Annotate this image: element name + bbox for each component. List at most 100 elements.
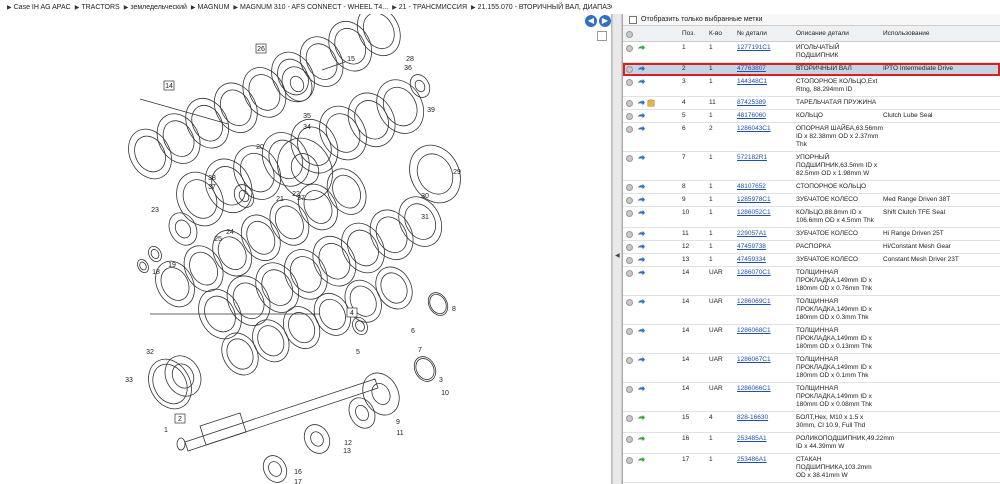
table-row[interactable]: 8 1 48107652 СТОПОРНОЕ КОЛЬЦО <box>623 181 1000 194</box>
callout-label[interactable]: 31 <box>421 214 429 221</box>
clutch-plate[interactable] <box>310 98 375 168</box>
header-description[interactable]: Описание детали <box>796 30 883 37</box>
washer[interactable] <box>135 257 150 274</box>
add-to-cart-icon[interactable] <box>625 155 633 162</box>
callout-label[interactable]: 26 <box>257 46 265 53</box>
part-number-link[interactable]: 144348C1 <box>737 78 767 85</box>
table-row[interactable]: 5 1 48176060 КОЛЬЦО Clutch Lube Seal <box>623 110 1000 123</box>
callout-label[interactable]: 7 <box>418 347 422 354</box>
part-number-link[interactable]: 229057A1 <box>737 230 767 237</box>
part-number-link[interactable]: 47459334 <box>737 256 766 263</box>
table-row[interactable]: 12 1 47459738 РАСПОРКА Hi/Constant Mesh … <box>623 241 1000 254</box>
green-arrow-icon[interactable] <box>637 456 645 464</box>
callout-label[interactable]: 14 <box>165 83 173 90</box>
part-number-link[interactable]: 87425389 <box>737 99 766 106</box>
header-usage[interactable]: Использование <box>883 30 1000 37</box>
callout-label[interactable]: 39 <box>427 107 435 114</box>
callout-label[interactable]: 32 <box>146 349 154 356</box>
package-icon[interactable] <box>647 99 655 107</box>
callout-label[interactable]: 22 <box>292 191 300 198</box>
hub[interactable] <box>158 349 208 402</box>
add-to-cart-icon[interactable] <box>625 210 633 217</box>
clutch-plate[interactable] <box>176 239 230 298</box>
breadcrumb-item[interactable]: ▶ 21.155.070 - ВТОРИЧНЫЙ ВАЛ, ДИАПАЗОН <box>471 4 612 11</box>
add-to-cart-icon[interactable] <box>625 79 633 86</box>
blue-arrow-icon[interactable] <box>637 78 645 86</box>
clutch-plate[interactable] <box>253 124 318 194</box>
pane-splitter[interactable]: ◀ <box>612 14 622 484</box>
gear[interactable] <box>299 420 334 458</box>
part-number-link[interactable]: 1286052C1 <box>737 209 771 216</box>
blue-arrow-icon[interactable] <box>637 196 645 204</box>
part-number-link[interactable]: 253485A1 <box>737 435 767 442</box>
table-row[interactable]: 14 UAR 1286066C1 ТОЛЩИННАЯ ПРОКЛАДКА,149… <box>623 383 1000 412</box>
blue-arrow-icon[interactable] <box>637 209 645 217</box>
table-row[interactable]: 4 11 87425389 ТАРЕЛЬЧАТАЯ ПРУЖИНА <box>623 97 1000 110</box>
callout-label[interactable]: 9 <box>396 419 400 426</box>
add-to-cart-icon[interactable] <box>625 328 633 335</box>
callout-label[interactable]: 1 <box>164 427 168 434</box>
table-row[interactable]: 9 1 1285978C1 ЗУБЧАТОЕ КОЛЕСО Med Range … <box>623 194 1000 207</box>
breadcrumb-item[interactable]: ▶ земледельческий <box>124 4 187 11</box>
part-number-link[interactable]: 1286070C1 <box>737 269 771 276</box>
washer[interactable] <box>146 244 164 264</box>
add-to-cart-icon[interactable] <box>625 257 633 264</box>
part-number-link[interactable]: 47459738 <box>737 243 766 250</box>
clutch-plate[interactable] <box>262 193 316 252</box>
callout-label[interactable]: 10 <box>441 390 449 397</box>
callout-label[interactable]: 37 <box>208 184 216 191</box>
callout-label[interactable]: 19 <box>168 262 176 269</box>
add-to-cart-icon[interactable] <box>625 100 633 107</box>
snap-ring[interactable] <box>140 352 200 417</box>
add-to-cart-icon[interactable] <box>625 386 633 393</box>
callout-label[interactable]: 6 <box>411 328 415 335</box>
clutch-plate[interactable] <box>339 85 404 155</box>
part-number-link[interactable]: 48107652 <box>737 183 766 190</box>
gear[interactable] <box>344 393 380 433</box>
add-to-cart-icon[interactable] <box>625 457 633 464</box>
gear[interactable] <box>356 367 407 422</box>
breadcrumb-item[interactable]: ▶ 21 - ТРАНСМИССИЯ <box>392 4 467 11</box>
callout-label[interactable]: 29 <box>453 169 461 176</box>
header-pos[interactable]: Поз. <box>682 30 709 37</box>
callout-label[interactable]: 33 <box>125 377 133 384</box>
part-number-link[interactable]: 1286068C1 <box>737 327 771 334</box>
table-row[interactable]: 17 1 253486A1 СТАКАН ПОДШИПНИКА,103.2mm … <box>623 454 1000 483</box>
blue-arrow-icon[interactable] <box>637 154 645 162</box>
add-to-cart-icon[interactable] <box>625 436 633 443</box>
callout-label[interactable]: 3 <box>439 377 443 384</box>
washer[interactable] <box>350 315 371 337</box>
table-row[interactable]: 14 UAR 1286067C1 ТОЛЩИННАЯ ПРОКЛАДКА,149… <box>623 354 1000 383</box>
table-row[interactable]: 10 1 1286052C1 КОЛЬЦО,88.8mm ID x 106.6m… <box>623 207 1000 228</box>
table-row[interactable]: 13 1 47459334 ЗУБЧАТОЕ КОЛЕСО Constant M… <box>623 254 1000 267</box>
callout-label[interactable]: 38 <box>208 175 216 182</box>
callout-label[interactable]: 15 <box>347 56 355 63</box>
add-to-cart-icon[interactable] <box>625 357 633 364</box>
exploded-parts-diagram[interactable]: 261514283639353420272938372221 3031232425… <box>0 14 612 484</box>
green-arrow-icon[interactable] <box>637 414 645 422</box>
table-row[interactable]: 6 2 1286043C1 ОПОРНАЯ ШАЙБА,63.56mm ID x… <box>623 123 1000 152</box>
green-arrow-icon[interactable] <box>637 435 645 443</box>
callout-label[interactable]: 36 <box>404 65 412 72</box>
blue-arrow-icon[interactable] <box>637 269 645 277</box>
add-all-icon[interactable] <box>625 30 633 38</box>
add-to-cart-icon[interactable] <box>625 244 633 251</box>
callout-label[interactable]: 23 <box>151 207 159 214</box>
add-to-cart-icon[interactable] <box>625 299 633 306</box>
part-number-link[interactable]: 572182R1 <box>737 154 767 161</box>
callout-label[interactable]: 8 <box>452 306 456 313</box>
part-number-link[interactable]: 1285978C1 <box>737 196 771 203</box>
blue-arrow-icon[interactable] <box>637 99 645 107</box>
add-to-cart-icon[interactable] <box>625 113 633 120</box>
add-to-cart-icon[interactable] <box>625 45 633 52</box>
blue-arrow-icon[interactable] <box>637 243 645 251</box>
table-row[interactable]: 14 UAR 1286070C1 ТОЛЩИННАЯ ПРОКЛАДКА,149… <box>623 267 1000 296</box>
clutch-plate[interactable] <box>292 29 352 94</box>
table-row[interactable]: 11 1 229057A1 ЗУБЧАТОЕ КОЛЕСО Hi Range D… <box>623 228 1000 241</box>
table-row[interactable]: 1 1 1277191C1 ИГОЛЬЧАТЫЙ ПОДШИПНИК <box>623 42 1000 63</box>
blue-arrow-icon[interactable] <box>637 356 645 364</box>
callout-label[interactable]: 13 <box>343 448 351 455</box>
callout-label[interactable]: 18 <box>152 269 160 276</box>
needle-bearing[interactable] <box>176 437 186 451</box>
callout-label[interactable]: 21 <box>276 196 284 203</box>
